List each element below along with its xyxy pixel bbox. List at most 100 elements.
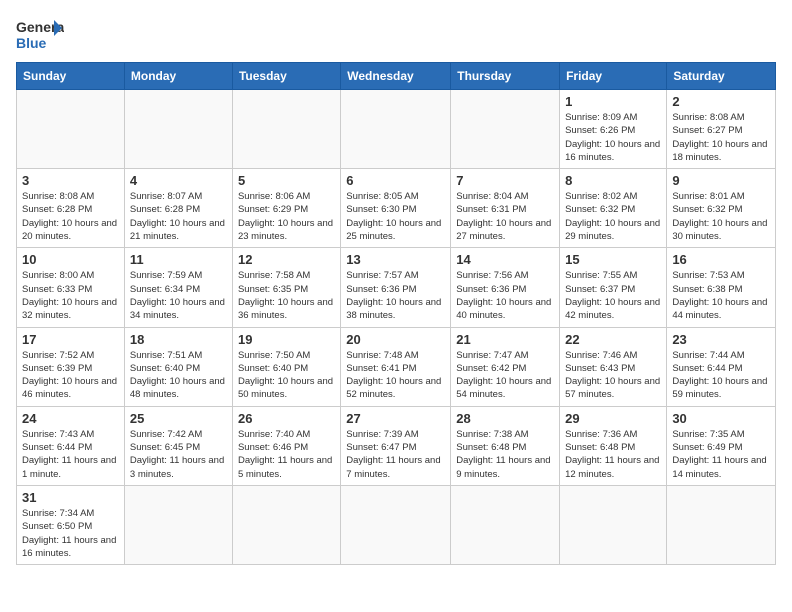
day-info: Sunrise: 7:50 AM Sunset: 6:40 PM Dayligh…	[238, 349, 335, 402]
day-number: 25	[130, 411, 227, 426]
calendar-cell: 1 Sunrise: 8:09 AM Sunset: 6:26 PM Daylig…	[560, 90, 667, 169]
calendar-cell: 25 Sunrise: 7:42 AM Sunset: 6:45 PM Dayli…	[124, 406, 232, 485]
day-info: Sunrise: 7:43 AM Sunset: 6:44 PM Dayligh…	[22, 428, 119, 481]
day-info: Sunrise: 8:08 AM Sunset: 6:27 PM Dayligh…	[672, 111, 770, 164]
day-info: Sunrise: 8:05 AM Sunset: 6:30 PM Dayligh…	[346, 190, 445, 243]
day-info: Sunrise: 7:48 AM Sunset: 6:41 PM Dayligh…	[346, 349, 445, 402]
day-number: 9	[672, 173, 770, 188]
day-info: Sunrise: 7:55 AM Sunset: 6:37 PM Dayligh…	[565, 269, 661, 322]
day-number: 31	[22, 490, 119, 505]
day-info: Sunrise: 7:34 AM Sunset: 6:50 PM Dayligh…	[22, 507, 119, 560]
day-number: 5	[238, 173, 335, 188]
day-info: Sunrise: 8:07 AM Sunset: 6:28 PM Dayligh…	[130, 190, 227, 243]
day-number: 12	[238, 252, 335, 267]
calendar-cell: 14 Sunrise: 7:56 AM Sunset: 6:36 PM Dayli…	[451, 248, 560, 327]
calendar-table: SundayMondayTuesdayWednesdayThursdayFrid…	[16, 62, 776, 565]
day-info: Sunrise: 7:39 AM Sunset: 6:47 PM Dayligh…	[346, 428, 445, 481]
logo: General Blue	[16, 16, 64, 54]
calendar-cell: 20 Sunrise: 7:48 AM Sunset: 6:41 PM Dayli…	[341, 327, 451, 406]
calendar-cell: 7Sunrise: 8:04 AM Sunset: 6:31 PM Daylig…	[451, 169, 560, 248]
calendar-cell: 29 Sunrise: 7:36 AM Sunset: 6:48 PM Dayli…	[560, 406, 667, 485]
calendar-cell	[232, 90, 340, 169]
day-number: 18	[130, 332, 227, 347]
calendar-cell	[451, 90, 560, 169]
page-header: General Blue	[16, 16, 776, 54]
days-header-row: SundayMondayTuesdayWednesdayThursdayFrid…	[17, 63, 776, 90]
calendar-week-4: 17Sunrise: 7:52 AM Sunset: 6:39 PM Dayli…	[17, 327, 776, 406]
calendar-cell	[341, 485, 451, 564]
calendar-cell: 26 Sunrise: 7:40 AM Sunset: 6:46 PM Dayli…	[232, 406, 340, 485]
calendar-cell: 28Sunrise: 7:38 AM Sunset: 6:48 PM Dayli…	[451, 406, 560, 485]
calendar-cell	[124, 90, 232, 169]
day-number: 29	[565, 411, 661, 426]
day-info: Sunrise: 8:00 AM Sunset: 6:33 PM Dayligh…	[22, 269, 119, 322]
day-number: 23	[672, 332, 770, 347]
calendar-cell: 6Sunrise: 8:05 AM Sunset: 6:30 PM Daylig…	[341, 169, 451, 248]
day-number: 30	[672, 411, 770, 426]
calendar-cell: 10 Sunrise: 8:00 AM Sunset: 6:33 PM Dayli…	[17, 248, 125, 327]
day-info: Sunrise: 7:46 AM Sunset: 6:43 PM Dayligh…	[565, 349, 661, 402]
calendar-week-3: 10 Sunrise: 8:00 AM Sunset: 6:33 PM Dayli…	[17, 248, 776, 327]
day-number: 11	[130, 252, 227, 267]
calendar-week-6: 31 Sunrise: 7:34 AM Sunset: 6:50 PM Dayli…	[17, 485, 776, 564]
calendar-cell: 2 Sunrise: 8:08 AM Sunset: 6:27 PM Daylig…	[667, 90, 776, 169]
day-number: 2	[672, 94, 770, 109]
calendar-cell: 24Sunrise: 7:43 AM Sunset: 6:44 PM Dayli…	[17, 406, 125, 485]
day-info: Sunrise: 7:58 AM Sunset: 6:35 PM Dayligh…	[238, 269, 335, 322]
day-header-wednesday: Wednesday	[341, 63, 451, 90]
calendar-cell: 30 Sunrise: 7:35 AM Sunset: 6:49 PM Dayli…	[667, 406, 776, 485]
day-number: 1	[565, 94, 661, 109]
day-number: 22	[565, 332, 661, 347]
day-number: 4	[130, 173, 227, 188]
calendar-cell: 9 Sunrise: 8:01 AM Sunset: 6:32 PM Daylig…	[667, 169, 776, 248]
calendar-cell: 11Sunrise: 7:59 AM Sunset: 6:34 PM Dayli…	[124, 248, 232, 327]
calendar-cell: 3Sunrise: 8:08 AM Sunset: 6:28 PM Daylig…	[17, 169, 125, 248]
calendar-cell: 27Sunrise: 7:39 AM Sunset: 6:47 PM Dayli…	[341, 406, 451, 485]
day-info: Sunrise: 7:36 AM Sunset: 6:48 PM Dayligh…	[565, 428, 661, 481]
day-number: 10	[22, 252, 119, 267]
calendar-cell: 17Sunrise: 7:52 AM Sunset: 6:39 PM Dayli…	[17, 327, 125, 406]
day-info: Sunrise: 7:40 AM Sunset: 6:46 PM Dayligh…	[238, 428, 335, 481]
day-number: 3	[22, 173, 119, 188]
day-info: Sunrise: 7:53 AM Sunset: 6:38 PM Dayligh…	[672, 269, 770, 322]
calendar-cell	[560, 485, 667, 564]
day-header-friday: Friday	[560, 63, 667, 90]
calendar-cell: 21Sunrise: 7:47 AM Sunset: 6:42 PM Dayli…	[451, 327, 560, 406]
day-info: Sunrise: 7:35 AM Sunset: 6:49 PM Dayligh…	[672, 428, 770, 481]
day-header-monday: Monday	[124, 63, 232, 90]
calendar-cell: 15Sunrise: 7:55 AM Sunset: 6:37 PM Dayli…	[560, 248, 667, 327]
day-number: 8	[565, 173, 661, 188]
day-info: Sunrise: 8:06 AM Sunset: 6:29 PM Dayligh…	[238, 190, 335, 243]
day-info: Sunrise: 7:56 AM Sunset: 6:36 PM Dayligh…	[456, 269, 554, 322]
day-header-sunday: Sunday	[17, 63, 125, 90]
calendar-cell: 5 Sunrise: 8:06 AM Sunset: 6:29 PM Daylig…	[232, 169, 340, 248]
day-number: 21	[456, 332, 554, 347]
day-info: Sunrise: 7:42 AM Sunset: 6:45 PM Dayligh…	[130, 428, 227, 481]
day-info: Sunrise: 7:57 AM Sunset: 6:36 PM Dayligh…	[346, 269, 445, 322]
logo-svg: General Blue	[16, 16, 64, 54]
day-number: 17	[22, 332, 119, 347]
calendar-week-1: 1 Sunrise: 8:09 AM Sunset: 6:26 PM Daylig…	[17, 90, 776, 169]
day-info: Sunrise: 8:09 AM Sunset: 6:26 PM Dayligh…	[565, 111, 661, 164]
calendar-cell: 4 Sunrise: 8:07 AM Sunset: 6:28 PM Daylig…	[124, 169, 232, 248]
day-number: 16	[672, 252, 770, 267]
day-info: Sunrise: 7:44 AM Sunset: 6:44 PM Dayligh…	[672, 349, 770, 402]
day-header-saturday: Saturday	[667, 63, 776, 90]
day-info: Sunrise: 7:51 AM Sunset: 6:40 PM Dayligh…	[130, 349, 227, 402]
calendar-cell: 19 Sunrise: 7:50 AM Sunset: 6:40 PM Dayli…	[232, 327, 340, 406]
day-info: Sunrise: 8:01 AM Sunset: 6:32 PM Dayligh…	[672, 190, 770, 243]
day-number: 13	[346, 252, 445, 267]
calendar-cell	[451, 485, 560, 564]
calendar-cell: 23 Sunrise: 7:44 AM Sunset: 6:44 PM Dayli…	[667, 327, 776, 406]
calendar-week-2: 3Sunrise: 8:08 AM Sunset: 6:28 PM Daylig…	[17, 169, 776, 248]
day-header-tuesday: Tuesday	[232, 63, 340, 90]
day-number: 14	[456, 252, 554, 267]
day-number: 19	[238, 332, 335, 347]
day-number: 20	[346, 332, 445, 347]
calendar-cell	[124, 485, 232, 564]
day-info: Sunrise: 8:04 AM Sunset: 6:31 PM Dayligh…	[456, 190, 554, 243]
day-info: Sunrise: 7:38 AM Sunset: 6:48 PM Dayligh…	[456, 428, 554, 481]
calendar-cell: 31 Sunrise: 7:34 AM Sunset: 6:50 PM Dayli…	[17, 485, 125, 564]
calendar-week-5: 24Sunrise: 7:43 AM Sunset: 6:44 PM Dayli…	[17, 406, 776, 485]
day-number: 26	[238, 411, 335, 426]
